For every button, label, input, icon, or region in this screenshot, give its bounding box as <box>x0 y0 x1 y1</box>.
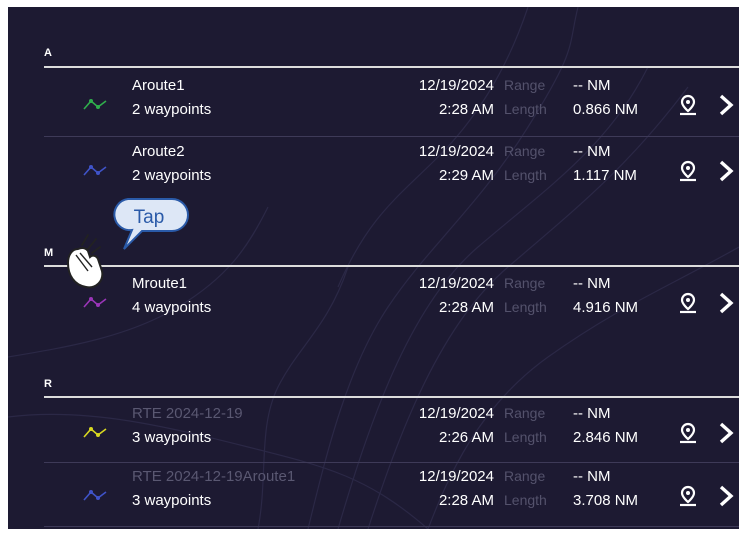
route-time: 2:28 AM <box>438 492 494 509</box>
route-date: 12/19/2024 <box>418 468 494 485</box>
chevron-right-icon[interactable] <box>716 484 736 508</box>
length-value: 4.916 NM <box>573 299 639 316</box>
range-label: Range <box>504 468 546 484</box>
range-label: Range <box>504 77 546 93</box>
length-value: 3.708 NM <box>573 492 639 509</box>
length-label: Length <box>504 429 547 445</box>
length-value: 1.117 NM <box>573 167 637 184</box>
chevron-right-icon[interactable] <box>716 93 736 117</box>
length-label: Length <box>504 101 547 117</box>
route-waypoint-count: 2 waypoints <box>132 167 212 184</box>
route-line-icon <box>83 490 107 501</box>
section-header-r: R <box>44 378 52 390</box>
route-name: Aroute1 <box>132 77 185 94</box>
route-name: Mroute1 <box>132 275 188 292</box>
map-pin-icon[interactable] <box>676 484 700 508</box>
route-waypoint-count: 2 waypoints <box>132 101 212 118</box>
route-line-icon <box>83 99 107 110</box>
range-value: -- NM <box>573 468 611 485</box>
range-label: Range <box>504 143 546 159</box>
length-value: 0.866 NM <box>573 101 639 118</box>
map-pin-icon[interactable] <box>676 93 700 117</box>
route-line-icon <box>83 165 107 176</box>
row-divider <box>44 526 739 527</box>
route-waypoint-count: 3 waypoints <box>132 429 212 446</box>
length-label: Length <box>504 492 547 508</box>
route-time: 2:26 AM <box>438 429 494 446</box>
route-waypoint-count: 3 waypoints <box>132 492 212 509</box>
route-line-icon <box>83 427 107 438</box>
route-time: 2:29 AM <box>438 167 494 184</box>
map-pin-icon[interactable] <box>676 159 700 183</box>
length-label: Length <box>504 299 547 315</box>
route-waypoint-count: 4 waypoints <box>132 299 212 316</box>
route-row-mroute1[interactable]: Mroute1 4 waypoints 12/19/2024 2:28 AM R… <box>44 269 739 333</box>
route-row-aroute2[interactable]: Aroute2 2 waypoints 12/19/2024 2:29 AM R… <box>44 137 739 201</box>
route-row-aroute1[interactable]: Aroute1 2 waypoints 12/19/2024 2:28 AM R… <box>44 71 739 135</box>
range-value: -- NM <box>573 143 611 160</box>
range-value: -- NM <box>573 77 611 94</box>
section-header-m: M <box>44 247 54 259</box>
route-list-screen: A Aroute1 2 waypoints 12/19/2024 2:28 AM… <box>8 7 739 529</box>
route-date: 12/19/2024 <box>418 77 494 94</box>
route-row-rte-2024-12-19aroute1[interactable]: RTE 2024-12-19Aroute1 3 waypoints 12/19/… <box>44 462 739 526</box>
section-divider-r <box>44 396 739 398</box>
length-label: Length <box>504 167 547 183</box>
route-time: 2:28 AM <box>438 101 494 118</box>
route-name: Aroute2 <box>132 143 185 160</box>
section-divider-m <box>44 265 739 267</box>
route-time: 2:28 AM <box>438 299 494 316</box>
range-label: Range <box>504 275 546 291</box>
route-line-icon <box>83 297 107 308</box>
range-label: Range <box>504 405 546 421</box>
length-value: 2.846 NM <box>573 429 639 446</box>
map-pin-icon[interactable] <box>676 421 700 445</box>
chevron-right-icon[interactable] <box>716 421 736 445</box>
route-name: RTE 2024-12-19Aroute1 <box>132 468 296 485</box>
map-pin-icon[interactable] <box>676 291 700 315</box>
tap-callout-text: Tap <box>133 207 165 228</box>
chevron-right-icon[interactable] <box>716 159 736 183</box>
section-divider-a <box>44 66 739 68</box>
route-date: 12/19/2024 <box>418 275 494 292</box>
route-date: 12/19/2024 <box>418 405 494 422</box>
section-header-a: A <box>44 47 52 59</box>
chevron-right-icon[interactable] <box>716 291 736 315</box>
route-row-rte-2024-12-19[interactable]: RTE 2024-12-19 3 waypoints 12/19/2024 2:… <box>44 399 739 463</box>
route-name: RTE 2024-12-19 <box>132 405 243 422</box>
range-value: -- NM <box>573 275 611 292</box>
range-value: -- NM <box>573 405 611 422</box>
tapping-hand-icon <box>66 234 104 289</box>
route-date: 12/19/2024 <box>418 143 494 160</box>
